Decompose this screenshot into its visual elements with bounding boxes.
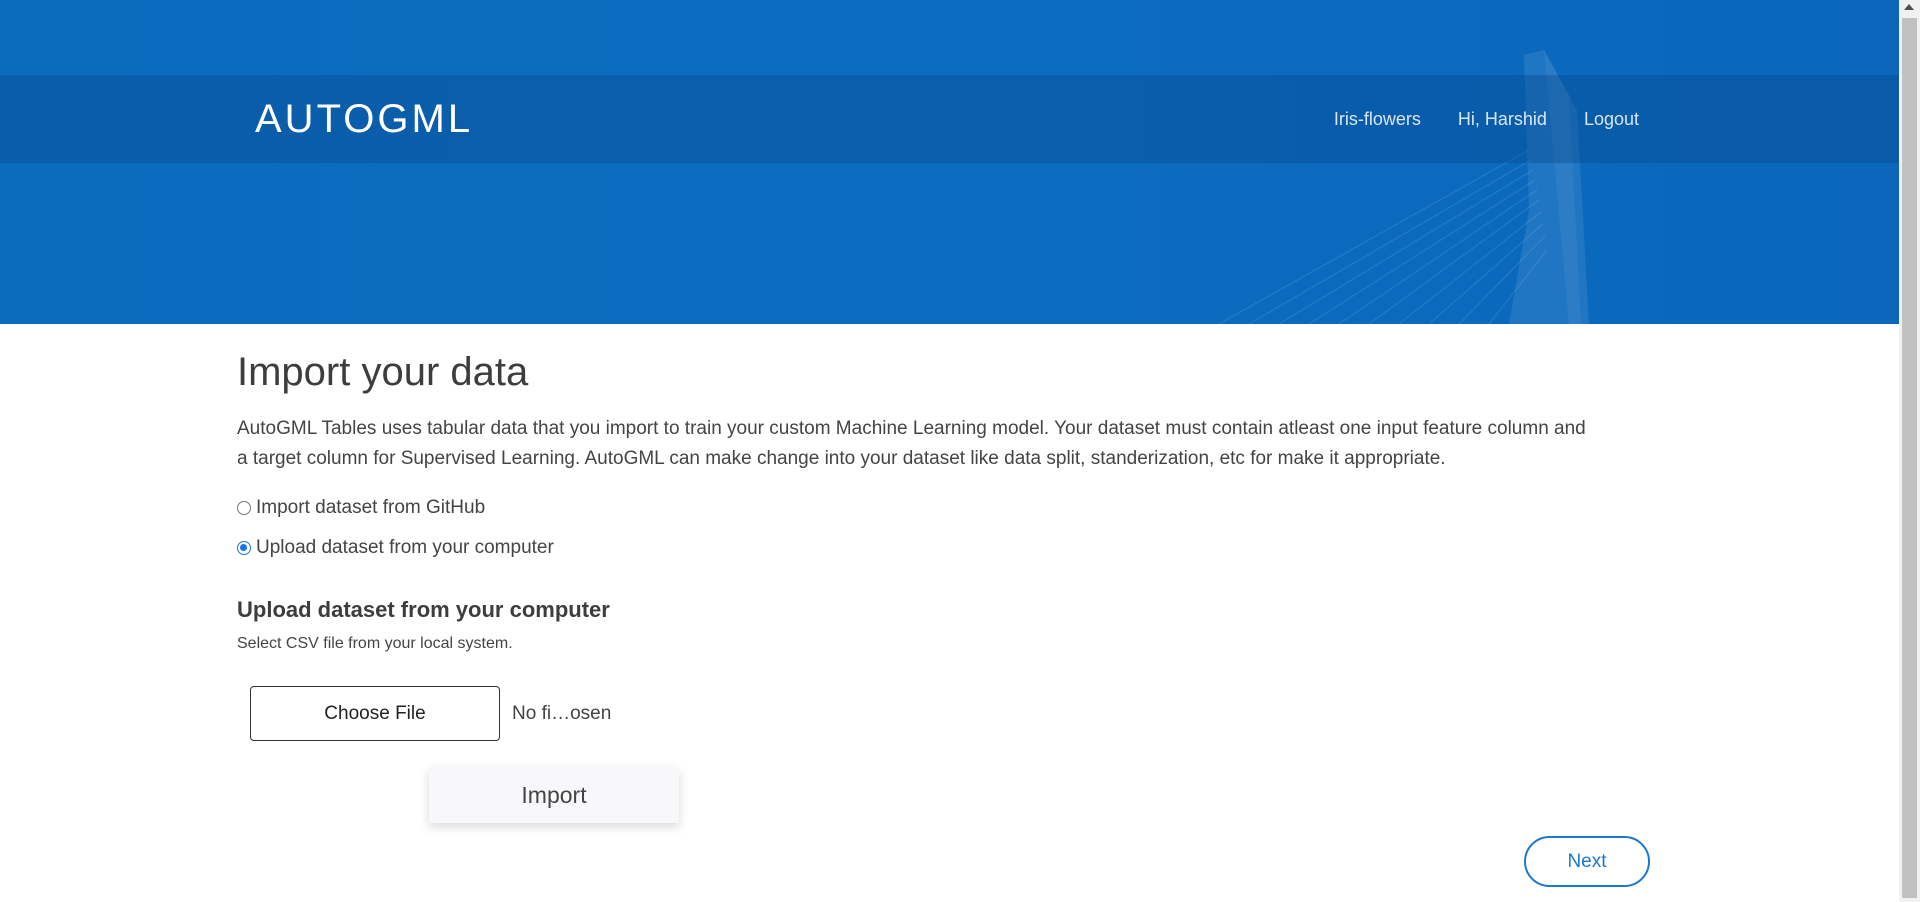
nav-logout-link[interactable]: Logout	[1584, 108, 1639, 130]
choose-file-button[interactable]: Choose File	[250, 686, 500, 741]
page-description: AutoGML Tables uses tabular data that yo…	[237, 414, 1667, 474]
next-button[interactable]: Next	[1524, 836, 1650, 887]
scroll-up-icon[interactable]	[1904, 4, 1914, 10]
brand-logo[interactable]: AUTOGML	[255, 97, 473, 141]
top-navbar: AUTOGML Iris-flowers Hi, Harshid Logout	[0, 75, 1899, 163]
upload-section-title: Upload dataset from your computer	[237, 597, 610, 622]
file-status-text: No fi…osen	[512, 703, 612, 724]
description-line-1: AutoGML Tables uses tabular data that yo…	[237, 418, 1586, 439]
vertical-scrollbar[interactable]	[1899, 0, 1920, 902]
main-content: Import your data AutoGML Tables uses tab…	[237, 344, 1667, 653]
description-line-2: a target column for Supervised Learning.…	[237, 448, 1446, 469]
import-button[interactable]: Import	[429, 767, 679, 823]
nav-user-link[interactable]: Hi, Harshid	[1458, 108, 1547, 130]
option-upload[interactable]: Upload dataset from your computer	[237, 535, 1667, 561]
github-radio-label[interactable]: Import dataset from GitHub	[256, 497, 485, 519]
upload-hint: Select CSV file from your local system.	[237, 635, 513, 652]
page: AUTOGML Iris-flowers Hi, Harshid Logout …	[0, 0, 1899, 902]
scrollbar-thumb[interactable]	[1902, 18, 1917, 898]
option-github[interactable]: Import dataset from GitHub	[237, 495, 1667, 521]
github-radio[interactable]	[237, 501, 251, 515]
nav-links: Iris-flowers Hi, Harshid Logout	[1334, 108, 1639, 130]
page-title: Import your data	[237, 350, 529, 394]
nav-project-link[interactable]: Iris-flowers	[1334, 108, 1421, 130]
hero-banner: AUTOGML Iris-flowers Hi, Harshid Logout	[0, 0, 1899, 324]
upload-radio-label[interactable]: Upload dataset from your computer	[256, 537, 554, 559]
upload-radio[interactable]	[237, 541, 251, 555]
